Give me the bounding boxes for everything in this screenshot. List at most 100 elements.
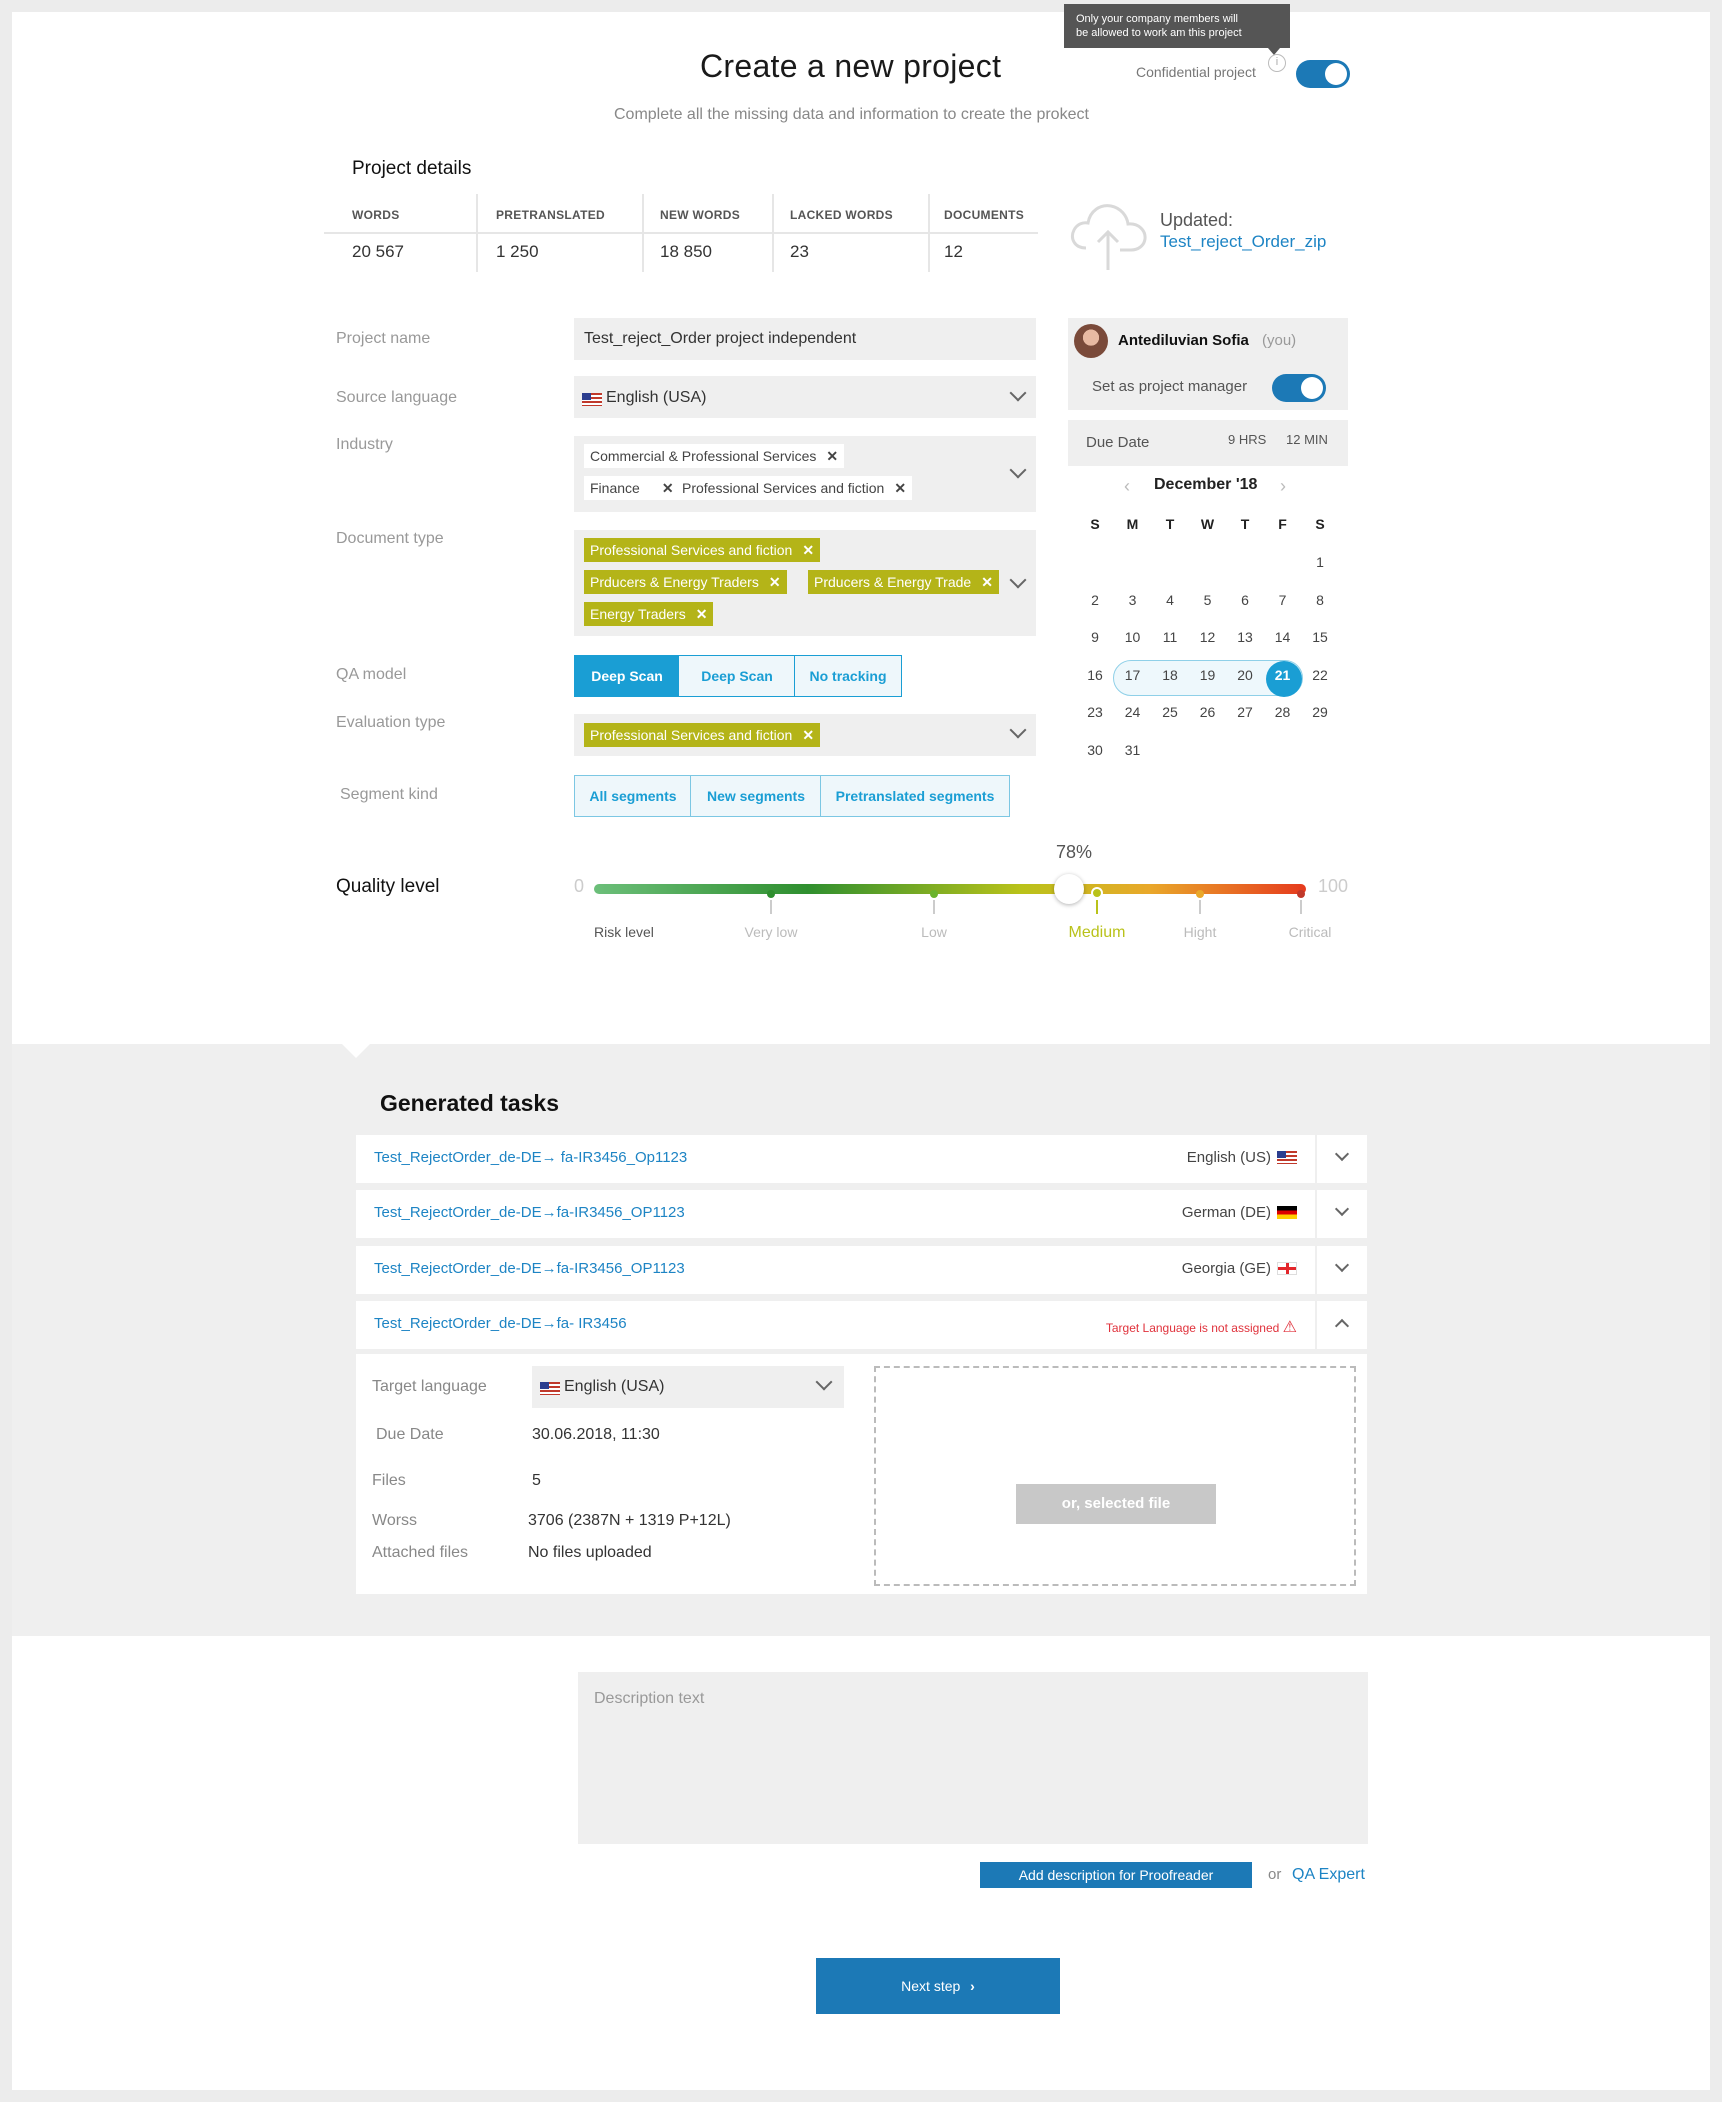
close-icon[interactable]: ✕ xyxy=(662,480,674,496)
calendar-day[interactable]: 16 xyxy=(1080,667,1110,683)
calendar-day[interactable]: 5 xyxy=(1193,592,1223,608)
calendar-day[interactable]: 1 xyxy=(1305,554,1335,570)
qa-model-deep-scan-2[interactable]: Deep Scan xyxy=(678,655,796,697)
calendar-day[interactable]: 23 xyxy=(1080,704,1110,720)
calendar-day[interactable]: 17 xyxy=(1118,667,1148,683)
close-icon[interactable]: ✕ xyxy=(802,727,814,743)
segment-new[interactable]: New segments xyxy=(690,775,822,817)
evaluation-type-select[interactable]: Professional Services and fiction ✕ xyxy=(574,714,1036,756)
close-icon[interactable]: ✕ xyxy=(826,448,838,464)
industry-chip[interactable]: Finance ✕ xyxy=(584,476,680,500)
calendar-day[interactable]: 30 xyxy=(1080,742,1110,758)
segment-all[interactable]: All segments xyxy=(574,775,692,817)
set-manager-toggle[interactable] xyxy=(1272,374,1326,402)
task-row[interactable]: Test_RejectOrder_de-DE→ fa-IR3456_Op1123… xyxy=(356,1135,1367,1183)
industry-chip[interactable]: Commercial & Professional Services ✕ xyxy=(584,444,845,468)
industry-chip[interactable]: Professional Services and fiction ✕ xyxy=(676,476,913,500)
quality-value: 78% xyxy=(1056,842,1093,862)
source-language-select[interactable]: English (USA) xyxy=(574,376,1036,418)
calendar-day[interactable]: 13 xyxy=(1230,629,1260,645)
tick-line xyxy=(1300,900,1302,914)
stats-table: WORDS 20 567 PRETRANSLATED 1 250 NEW WOR… xyxy=(324,194,1038,272)
document-type-chip[interactable]: Professional Services and fiction ✕ xyxy=(584,538,821,562)
confidential-toggle[interactable] xyxy=(1296,60,1350,88)
close-icon[interactable]: ✕ xyxy=(894,480,906,496)
task-language-label: Georgia (GE) xyxy=(1181,1260,1271,1277)
task-name[interactable]: Test_RejectOrder_de-DE→fa- IR3456 xyxy=(374,1315,627,1332)
chip-label: Prducers & Energy Trade xyxy=(814,574,972,590)
calendar-day[interactable]: 19 xyxy=(1193,667,1223,683)
document-type-multiselect[interactable]: Professional Services and fiction ✕ Prduc… xyxy=(574,530,1036,636)
close-icon[interactable]: ✕ xyxy=(802,542,814,558)
task-row[interactable]: Test_RejectOrder_de-DE→fa-IR3456_OP1123 … xyxy=(356,1190,1367,1238)
qa-model-deep-scan-1[interactable]: Deep Scan xyxy=(574,655,680,697)
document-type-chip[interactable]: Prducers & Energy Traders ✕ xyxy=(584,570,787,594)
calendar-day[interactable]: 15 xyxy=(1305,629,1335,645)
quality-max: 100 xyxy=(1318,876,1349,896)
task-row-expanded[interactable]: Test_RejectOrder_de-DE→fa- IR3456 Target… xyxy=(356,1301,1367,1349)
next-month-icon[interactable]: › xyxy=(1280,476,1286,497)
calendar-day[interactable]: 26 xyxy=(1193,704,1223,720)
next-step-label: Next step xyxy=(901,1978,961,1994)
calendar-day[interactable]: 10 xyxy=(1118,629,1148,645)
task-name[interactable]: Test_RejectOrder_de-DE→ fa-IR3456_Op1123 xyxy=(374,1149,687,1166)
calendar-day[interactable]: 28 xyxy=(1268,704,1298,720)
project-name-input[interactable]: Test_reject_Order project independent xyxy=(574,318,1036,360)
risk-hight: Hight xyxy=(1183,924,1217,940)
qa-model-no-tracking[interactable]: No tracking xyxy=(794,655,902,697)
file-dropzone[interactable]: or, selected file xyxy=(874,1366,1356,1586)
chevron-up-icon[interactable] xyxy=(1334,1318,1350,1334)
manager-you: (you) xyxy=(1262,332,1297,349)
evaluation-type-chip[interactable]: Professional Services and fiction ✕ xyxy=(584,723,821,747)
source-language-label: Source language xyxy=(336,389,457,406)
calendar-day[interactable]: 25 xyxy=(1155,704,1185,720)
calendar-day[interactable]: 14 xyxy=(1268,629,1298,645)
calendar-day[interactable]: 4 xyxy=(1155,592,1185,608)
calendar-day[interactable]: 12 xyxy=(1193,629,1223,645)
calendar-day[interactable]: 27 xyxy=(1230,704,1260,720)
close-icon[interactable]: ✕ xyxy=(696,606,708,622)
updated-file-link[interactable]: Test_reject_Order_zip xyxy=(1160,232,1326,252)
document-type-chip[interactable]: Prducers & Energy Trade ✕ xyxy=(808,570,999,594)
calendar-day[interactable]: 31 xyxy=(1118,742,1148,758)
task-name[interactable]: Test_RejectOrder_de-DE→fa-IR3456_OP1123 xyxy=(374,1260,685,1277)
calendar-day[interactable]: 6 xyxy=(1230,592,1260,608)
select-file-button[interactable]: or, selected file xyxy=(1016,1484,1216,1524)
calendar-day[interactable]: 7 xyxy=(1268,592,1298,608)
cloud-upload-icon[interactable] xyxy=(1068,196,1150,272)
calendar-day[interactable]: 8 xyxy=(1305,592,1335,608)
prev-month-icon[interactable]: ‹ xyxy=(1124,476,1130,497)
task-language: German (DE) xyxy=(1182,1204,1297,1221)
target-language-select[interactable]: English (USA) xyxy=(532,1366,844,1408)
risk-very-low: Very low xyxy=(744,924,798,940)
calendar-day[interactable]: 3 xyxy=(1118,592,1148,608)
document-type-chip[interactable]: Energy Traders ✕ xyxy=(584,602,714,626)
chevron-down-icon[interactable] xyxy=(1334,1146,1350,1162)
segment-pretranslated[interactable]: Pretranslated segments xyxy=(820,775,1010,817)
chevron-down-icon[interactable] xyxy=(1334,1201,1350,1217)
close-icon[interactable]: ✕ xyxy=(981,574,993,590)
description-textarea[interactable]: Description text xyxy=(578,1672,1368,1844)
calendar-day[interactable]: 20 xyxy=(1230,667,1260,683)
qa-expert-link[interactable]: QA Expert xyxy=(1292,1866,1365,1884)
calendar-day[interactable]: 21 xyxy=(1268,667,1298,683)
info-icon[interactable]: i xyxy=(1268,54,1286,72)
project-details-heading: Project details xyxy=(352,158,472,179)
calendar-day[interactable]: 2 xyxy=(1080,592,1110,608)
next-step-button[interactable]: Next step › xyxy=(816,1958,1060,2014)
risk-critical: Critical xyxy=(1288,924,1332,940)
calendar-day[interactable]: 22 xyxy=(1305,667,1335,683)
task-name[interactable]: Test_RejectOrder_de-DE→fa-IR3456_OP1123 xyxy=(374,1204,685,1221)
calendar-day[interactable]: 9 xyxy=(1080,629,1110,645)
quality-slider-handle[interactable] xyxy=(1054,874,1084,904)
calendar-day[interactable]: 29 xyxy=(1305,704,1335,720)
calendar-day[interactable]: 11 xyxy=(1155,629,1185,645)
task-row[interactable]: Test_RejectOrder_de-DE→fa-IR3456_OP1123 … xyxy=(356,1246,1367,1294)
segment-kind-label: Segment kind xyxy=(340,786,438,803)
calendar-day[interactable]: 18 xyxy=(1155,667,1185,683)
chevron-down-icon[interactable] xyxy=(1334,1257,1350,1273)
close-icon[interactable]: ✕ xyxy=(769,574,781,590)
calendar-day[interactable]: 24 xyxy=(1118,704,1148,720)
industry-multiselect[interactable]: Commercial & Professional Services ✕ Fina… xyxy=(574,436,1036,512)
add-description-button[interactable]: Add description for Proofreader xyxy=(980,1862,1252,1888)
